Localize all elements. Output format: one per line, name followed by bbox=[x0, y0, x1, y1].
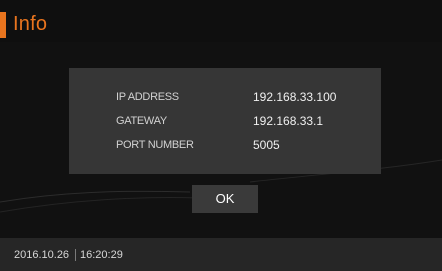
info-dialog: IP ADDRESS 192.168.33.100 GATEWAY 192.16… bbox=[69, 68, 381, 174]
gateway-label: GATEWAY bbox=[116, 115, 167, 127]
ip-address-value: 192.168.33.100 bbox=[253, 90, 337, 104]
date-time-divider bbox=[75, 249, 76, 261]
info-screen: Info IP ADDRESS 192.168.33.100 GATEWAY 1… bbox=[0, 0, 442, 271]
header-bar: Info bbox=[0, 0, 442, 42]
header-accent-bar bbox=[0, 12, 6, 38]
port-number-label: PORT NUMBER bbox=[116, 139, 194, 151]
gateway-value: 192.168.33.1 bbox=[253, 114, 324, 128]
port-number-value: 5005 bbox=[253, 138, 280, 152]
ip-address-row: IP ADDRESS 192.168.33.100 bbox=[69, 86, 381, 108]
page-title: Info bbox=[13, 13, 48, 35]
ip-address-label: IP ADDRESS bbox=[116, 91, 179, 103]
status-bar: 2016.10.26 16:20:29 bbox=[0, 238, 442, 271]
gateway-row: GATEWAY 192.168.33.1 bbox=[69, 110, 381, 132]
date-display: 2016.10.26 bbox=[14, 249, 70, 261]
time-display: 16:20:29 bbox=[80, 249, 123, 261]
ok-button[interactable]: OK bbox=[192, 185, 258, 213]
port-number-row: PORT NUMBER 5005 bbox=[69, 134, 381, 156]
